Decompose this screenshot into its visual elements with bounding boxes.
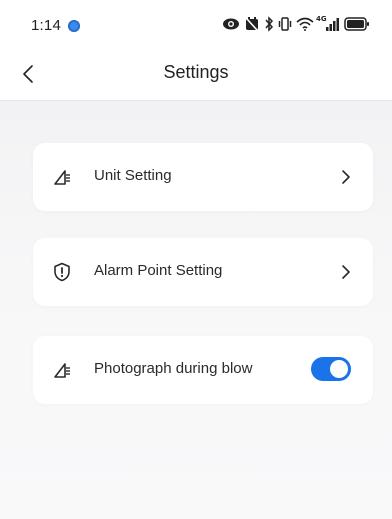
vibrate-icon xyxy=(278,17,292,31)
ruler-angle-icon xyxy=(54,363,70,378)
dnd-icon xyxy=(246,17,258,31)
unit-setting-row[interactable]: Unit Setting xyxy=(33,143,373,211)
chevron-right-icon xyxy=(342,170,350,184)
eye-icon xyxy=(223,18,239,30)
photograph-during-blow-row: Photograph during blow xyxy=(33,336,373,404)
photograph-during-blow-label: Photograph during blow xyxy=(94,360,253,377)
app-notification-dot-icon xyxy=(68,20,80,32)
bluetooth-icon xyxy=(265,16,274,32)
chevron-right-icon xyxy=(342,265,350,279)
page-title: Settings xyxy=(163,62,229,82)
toggle-knob xyxy=(330,360,348,378)
ruler-angle-icon xyxy=(54,170,70,185)
alarm-point-setting-row[interactable]: Alarm Point Setting xyxy=(33,238,373,306)
alarm-point-setting-label: Alarm Point Setting xyxy=(94,262,223,279)
battery-icon xyxy=(344,17,369,31)
status-bar: 1:14 4G xyxy=(0,0,392,48)
shield-alert-icon xyxy=(54,262,70,282)
unit-setting-label: Unit Setting xyxy=(94,167,172,184)
wifi-icon xyxy=(296,17,314,31)
status-time: 1:14 xyxy=(31,17,61,34)
status-icons: 4G xyxy=(222,15,370,33)
photograph-toggle[interactable] xyxy=(311,357,351,381)
nav-bar: Settings xyxy=(0,48,392,101)
signal-icon: 4G xyxy=(316,15,340,32)
